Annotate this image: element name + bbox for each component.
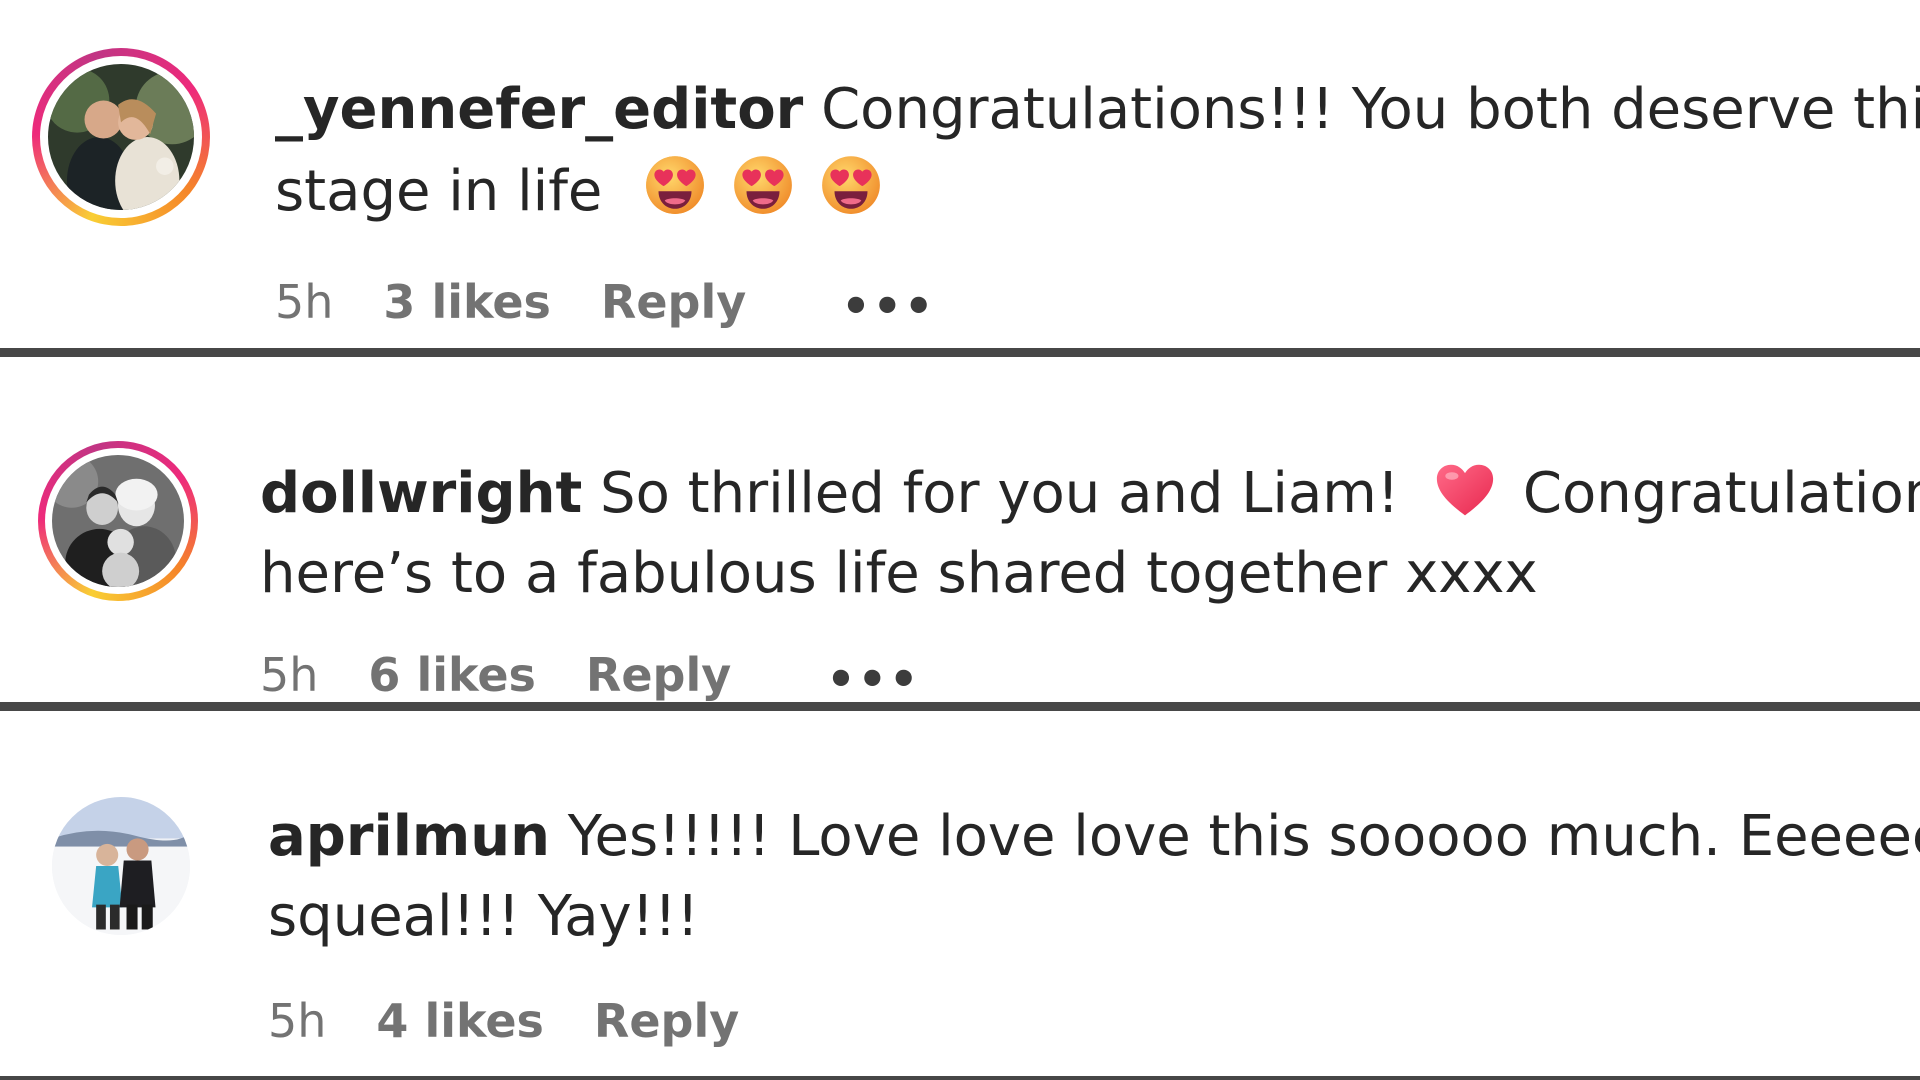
comment-timestamp: 5h <box>268 994 327 1048</box>
comment-likes-count[interactable]: 3 likes <box>383 274 551 330</box>
avatar[interactable] <box>52 797 190 935</box>
comment-text-line2: squeal!!! Yay!!! <box>268 877 699 957</box>
comment-likes-count[interactable]: 6 likes <box>368 647 536 702</box>
avatar[interactable] <box>52 455 184 587</box>
reply-button[interactable]: Reply <box>586 647 731 702</box>
comment-item: dollwright So thrilled for you and Liam!… <box>0 357 1920 702</box>
more-options-icon[interactable]: ••• <box>841 278 935 334</box>
red-heart-emoji-icon <box>1435 462 1495 518</box>
comment-text-line1a: So thrilled for you and Liam! <box>582 461 1418 526</box>
more-options-icon[interactable]: ••• <box>826 651 920 703</box>
comment-text: aprilmun Yes!!!!! Love love love this so… <box>268 797 1920 877</box>
comment-text-line2-text: squeal!!! Yay!!! <box>268 884 699 949</box>
comment-meta: 5h 6 likes Reply ••• <box>260 647 920 702</box>
comment-divider <box>0 1076 1920 1080</box>
comment-timestamp: 5h <box>275 275 334 329</box>
heart-eyes-emoji-icon <box>642 150 708 216</box>
reply-button[interactable]: Reply <box>601 274 746 330</box>
heart-eyes-emoji-icon <box>818 150 884 216</box>
comment-item: aprilmun Yes!!!!! Love love love this so… <box>0 711 1920 1080</box>
comment-divider <box>0 702 1920 711</box>
reply-button[interactable]: Reply <box>594 993 739 1049</box>
comment-text-line2: stage in life <box>275 150 884 232</box>
avatar-photo-icon <box>52 797 190 935</box>
comment-username[interactable]: dollwright <box>260 461 582 526</box>
comment-item: _yennefer_editor Congratulations!!! You … <box>0 0 1920 348</box>
avatar-photo-icon <box>48 64 194 210</box>
comment-text: dollwright So thrilled for you and Liam!… <box>260 454 1920 534</box>
comment-text-line1: Congratulations!!! You both deserve this <box>803 77 1920 142</box>
comment-text-line2-text: stage in life <box>275 159 603 224</box>
comment-meta: 5h 4 likes Reply <box>268 993 739 1049</box>
comment-username[interactable]: _yennefer_editor <box>275 77 803 142</box>
comment-text-line2: here’s to a fabulous life shared togethe… <box>260 534 1538 614</box>
avatar[interactable] <box>48 64 194 210</box>
comment-timestamp: 5h <box>260 648 319 702</box>
comment-divider <box>0 348 1920 357</box>
comment-text: _yennefer_editor Congratulations!!! You … <box>275 70 1920 150</box>
comment-text-line1b: Congratulations, <box>1522 461 1920 526</box>
heart-eyes-emoji-icon <box>730 150 796 216</box>
comment-meta: 5h 3 likes Reply ••• <box>275 274 935 334</box>
comment-likes-count[interactable]: 4 likes <box>376 993 544 1049</box>
comment-username[interactable]: aprilmun <box>268 804 550 869</box>
avatar-photo-icon <box>52 455 184 587</box>
comment-text-line1: Yes!!!!! Love love love this sooooo much… <box>567 804 1920 869</box>
comment-text-line2-text: here’s to a fabulous life shared togethe… <box>260 541 1538 606</box>
